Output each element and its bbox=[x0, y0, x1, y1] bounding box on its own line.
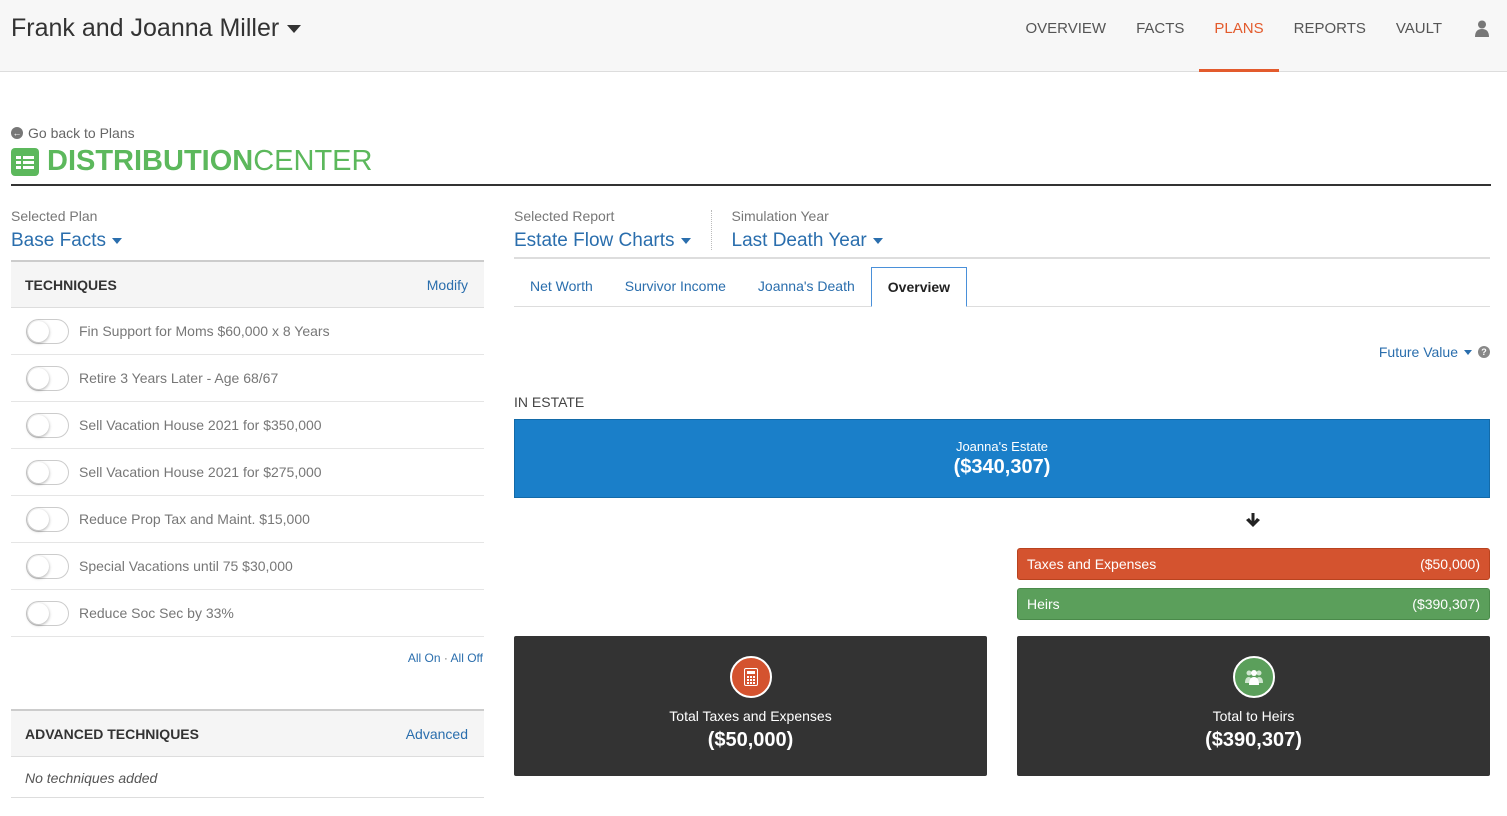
taxes-value: ($50,000) bbox=[1420, 556, 1480, 572]
tab-survivor-income[interactable]: Survivor Income bbox=[609, 267, 742, 306]
selected-report-label: Selected Report bbox=[514, 208, 615, 224]
technique-toggle[interactable] bbox=[26, 553, 69, 579]
tab-joannas-death[interactable]: Joanna's Death bbox=[742, 267, 871, 306]
taxes-label: Taxes and Expenses bbox=[1027, 556, 1157, 572]
technique-label: Special Vacations until 75 $30,000 bbox=[79, 558, 293, 574]
technique-label: Fin Support for Moms $60,000 x 8 Years bbox=[79, 323, 330, 339]
divider bbox=[710, 210, 712, 250]
total-taxes-value: ($50,000) bbox=[707, 729, 794, 751]
modify-link[interactable]: Modify bbox=[427, 277, 468, 293]
heirs-value: ($390,307) bbox=[1412, 596, 1480, 612]
technique-row: Sell Vacation House 2021 for $350,000 bbox=[11, 402, 484, 449]
caret-down-icon bbox=[1464, 349, 1472, 355]
total-taxes-card: Total Taxes and Expenses ($50,000) bbox=[514, 636, 987, 776]
title-divider bbox=[11, 184, 1491, 186]
arrow-left-circle-icon: ← bbox=[11, 127, 23, 139]
arrow-down-icon bbox=[1244, 512, 1262, 533]
selected-plan-dropdown[interactable]: Base Facts bbox=[11, 230, 484, 252]
estate-box: Joanna's Estate ($340,307) bbox=[514, 419, 1490, 498]
technique-toggle[interactable] bbox=[26, 318, 69, 344]
advanced-title: ADVANCED TECHNIQUES bbox=[25, 725, 199, 742]
group-icon bbox=[1232, 656, 1275, 698]
nav-plans[interactable]: PLANS bbox=[1199, 0, 1279, 72]
caret-down-icon bbox=[287, 24, 302, 33]
tab-net-worth[interactable]: Net Worth bbox=[514, 267, 609, 306]
report-panel: Selected Report Estate Flow Charts Simul… bbox=[514, 208, 1490, 776]
simulation-year-label: Simulation Year bbox=[731, 208, 829, 224]
technique-row: Special Vacations until 75 $30,000 bbox=[11, 543, 484, 590]
value-mode: Future Value bbox=[1378, 344, 1458, 360]
technique-row: Reduce Prop Tax and Maint. $15,000 bbox=[11, 496, 484, 543]
in-estate-label: IN ESTATE bbox=[514, 394, 585, 410]
caret-down-icon bbox=[112, 238, 123, 244]
total-heirs-card: Total to Heirs ($390,307) bbox=[1017, 636, 1490, 776]
technique-label: Reduce Soc Sec by 33% bbox=[79, 605, 234, 621]
nav-reports[interactable]: REPORTS bbox=[1279, 0, 1381, 72]
selected-plan-label: Selected Plan bbox=[11, 208, 98, 224]
total-taxes-label: Total Taxes and Expenses bbox=[669, 708, 832, 724]
left-panel: Selected Plan Base Facts TECHNIQUES Modif… bbox=[11, 208, 484, 798]
all-on-link[interactable]: All On bbox=[408, 651, 441, 665]
estate-value: ($340,307) bbox=[953, 456, 1051, 478]
technique-toggle[interactable] bbox=[26, 412, 69, 438]
report-tabs: Net Worth Survivor Income Joanna's Death… bbox=[514, 259, 1490, 307]
technique-row: Reduce Soc Sec by 33% bbox=[11, 590, 484, 637]
technique-row: Fin Support for Moms $60,000 x 8 Years bbox=[11, 308, 484, 355]
title-light: CENTER bbox=[253, 145, 373, 177]
technique-toggle[interactable] bbox=[26, 365, 69, 391]
calculator-icon bbox=[729, 656, 772, 698]
nav-overview[interactable]: OVERVIEW bbox=[1011, 0, 1122, 72]
simulation-year-dropdown[interactable]: Last Death Year bbox=[732, 230, 883, 252]
selected-report-dropdown[interactable]: Estate Flow Charts bbox=[514, 230, 691, 252]
main-nav: OVERVIEW FACTS PLANS REPORTS VAULT bbox=[1011, 0, 1507, 72]
technique-label: Sell Vacation House 2021 for $350,000 bbox=[79, 417, 322, 433]
caret-down-icon bbox=[680, 238, 691, 244]
caret-down-icon bbox=[872, 238, 883, 244]
nav-facts[interactable]: FACTS bbox=[1121, 0, 1199, 72]
selected-plan-value: Base Facts bbox=[11, 230, 107, 251]
table-icon bbox=[11, 147, 39, 176]
advanced-techniques-header: ADVANCED TECHNIQUES Advanced bbox=[11, 709, 484, 757]
technique-row: Sell Vacation House 2021 for $275,000 bbox=[11, 449, 484, 496]
back-to-plans-link[interactable]: ← Go back to Plans bbox=[11, 125, 135, 141]
techniques-title: TECHNIQUES bbox=[25, 276, 117, 293]
no-techniques-text: No techniques added bbox=[11, 757, 484, 798]
back-link-text: Go back to Plans bbox=[28, 125, 135, 141]
technique-label: Reduce Prop Tax and Maint. $15,000 bbox=[79, 511, 310, 527]
page-title: DISTRIBUTIONCENTER bbox=[11, 145, 372, 178]
technique-toggle[interactable] bbox=[26, 459, 69, 485]
heirs-label: Heirs bbox=[1027, 596, 1060, 612]
technique-label: Sell Vacation House 2021 for $275,000 bbox=[79, 464, 322, 480]
advanced-link[interactable]: Advanced bbox=[406, 726, 468, 742]
help-icon[interactable]: ? bbox=[1478, 346, 1490, 358]
value-mode-dropdown[interactable]: Future Value? bbox=[1379, 344, 1490, 360]
user-icon[interactable] bbox=[1457, 0, 1507, 72]
technique-toggle[interactable] bbox=[26, 600, 69, 626]
title-bold: DISTRIBUTION bbox=[47, 145, 254, 177]
tab-overview[interactable]: Overview bbox=[870, 267, 968, 307]
total-heirs-label: Total to Heirs bbox=[1212, 708, 1295, 724]
top-bar: Frank and Joanna Miller OVERVIEW FACTS P… bbox=[0, 0, 1507, 72]
taxes-expenses-bar: Taxes and Expenses ($50,000) bbox=[1017, 548, 1490, 580]
technique-label: Retire 3 Years Later - Age 68/67 bbox=[79, 370, 279, 386]
client-selector[interactable]: Frank and Joanna Miller bbox=[11, 14, 302, 43]
selected-report-value: Estate Flow Charts bbox=[514, 230, 675, 251]
techniques-list: Fin Support for Moms $60,000 x 8 Years Re… bbox=[11, 308, 484, 637]
all-on-off: All On · All Off bbox=[11, 637, 484, 709]
heirs-bar: Heirs ($390,307) bbox=[1017, 588, 1490, 620]
technique-row: Retire 3 Years Later - Age 68/67 bbox=[11, 355, 484, 402]
client-name: Frank and Joanna Miller bbox=[11, 14, 280, 42]
technique-toggle[interactable] bbox=[26, 506, 69, 532]
estate-name: Joanna's Estate bbox=[955, 439, 1049, 454]
separator: · bbox=[443, 651, 448, 665]
all-off-link[interactable]: All Off bbox=[451, 651, 483, 665]
techniques-header: TECHNIQUES Modify bbox=[11, 260, 484, 308]
simulation-year-value: Last Death Year bbox=[731, 230, 867, 251]
nav-vault[interactable]: VAULT bbox=[1381, 0, 1457, 72]
total-heirs-value: ($390,307) bbox=[1205, 729, 1302, 751]
